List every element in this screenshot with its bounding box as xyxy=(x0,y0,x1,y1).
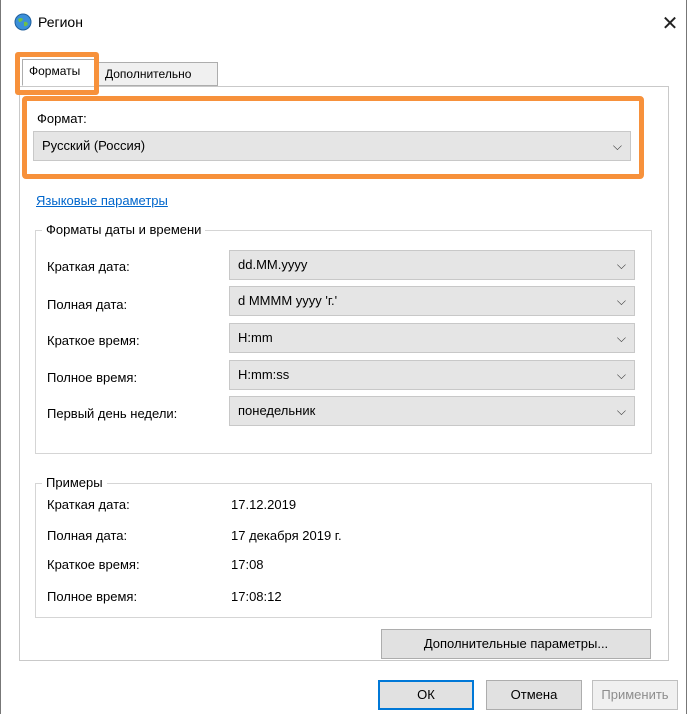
window-frame xyxy=(0,0,687,714)
